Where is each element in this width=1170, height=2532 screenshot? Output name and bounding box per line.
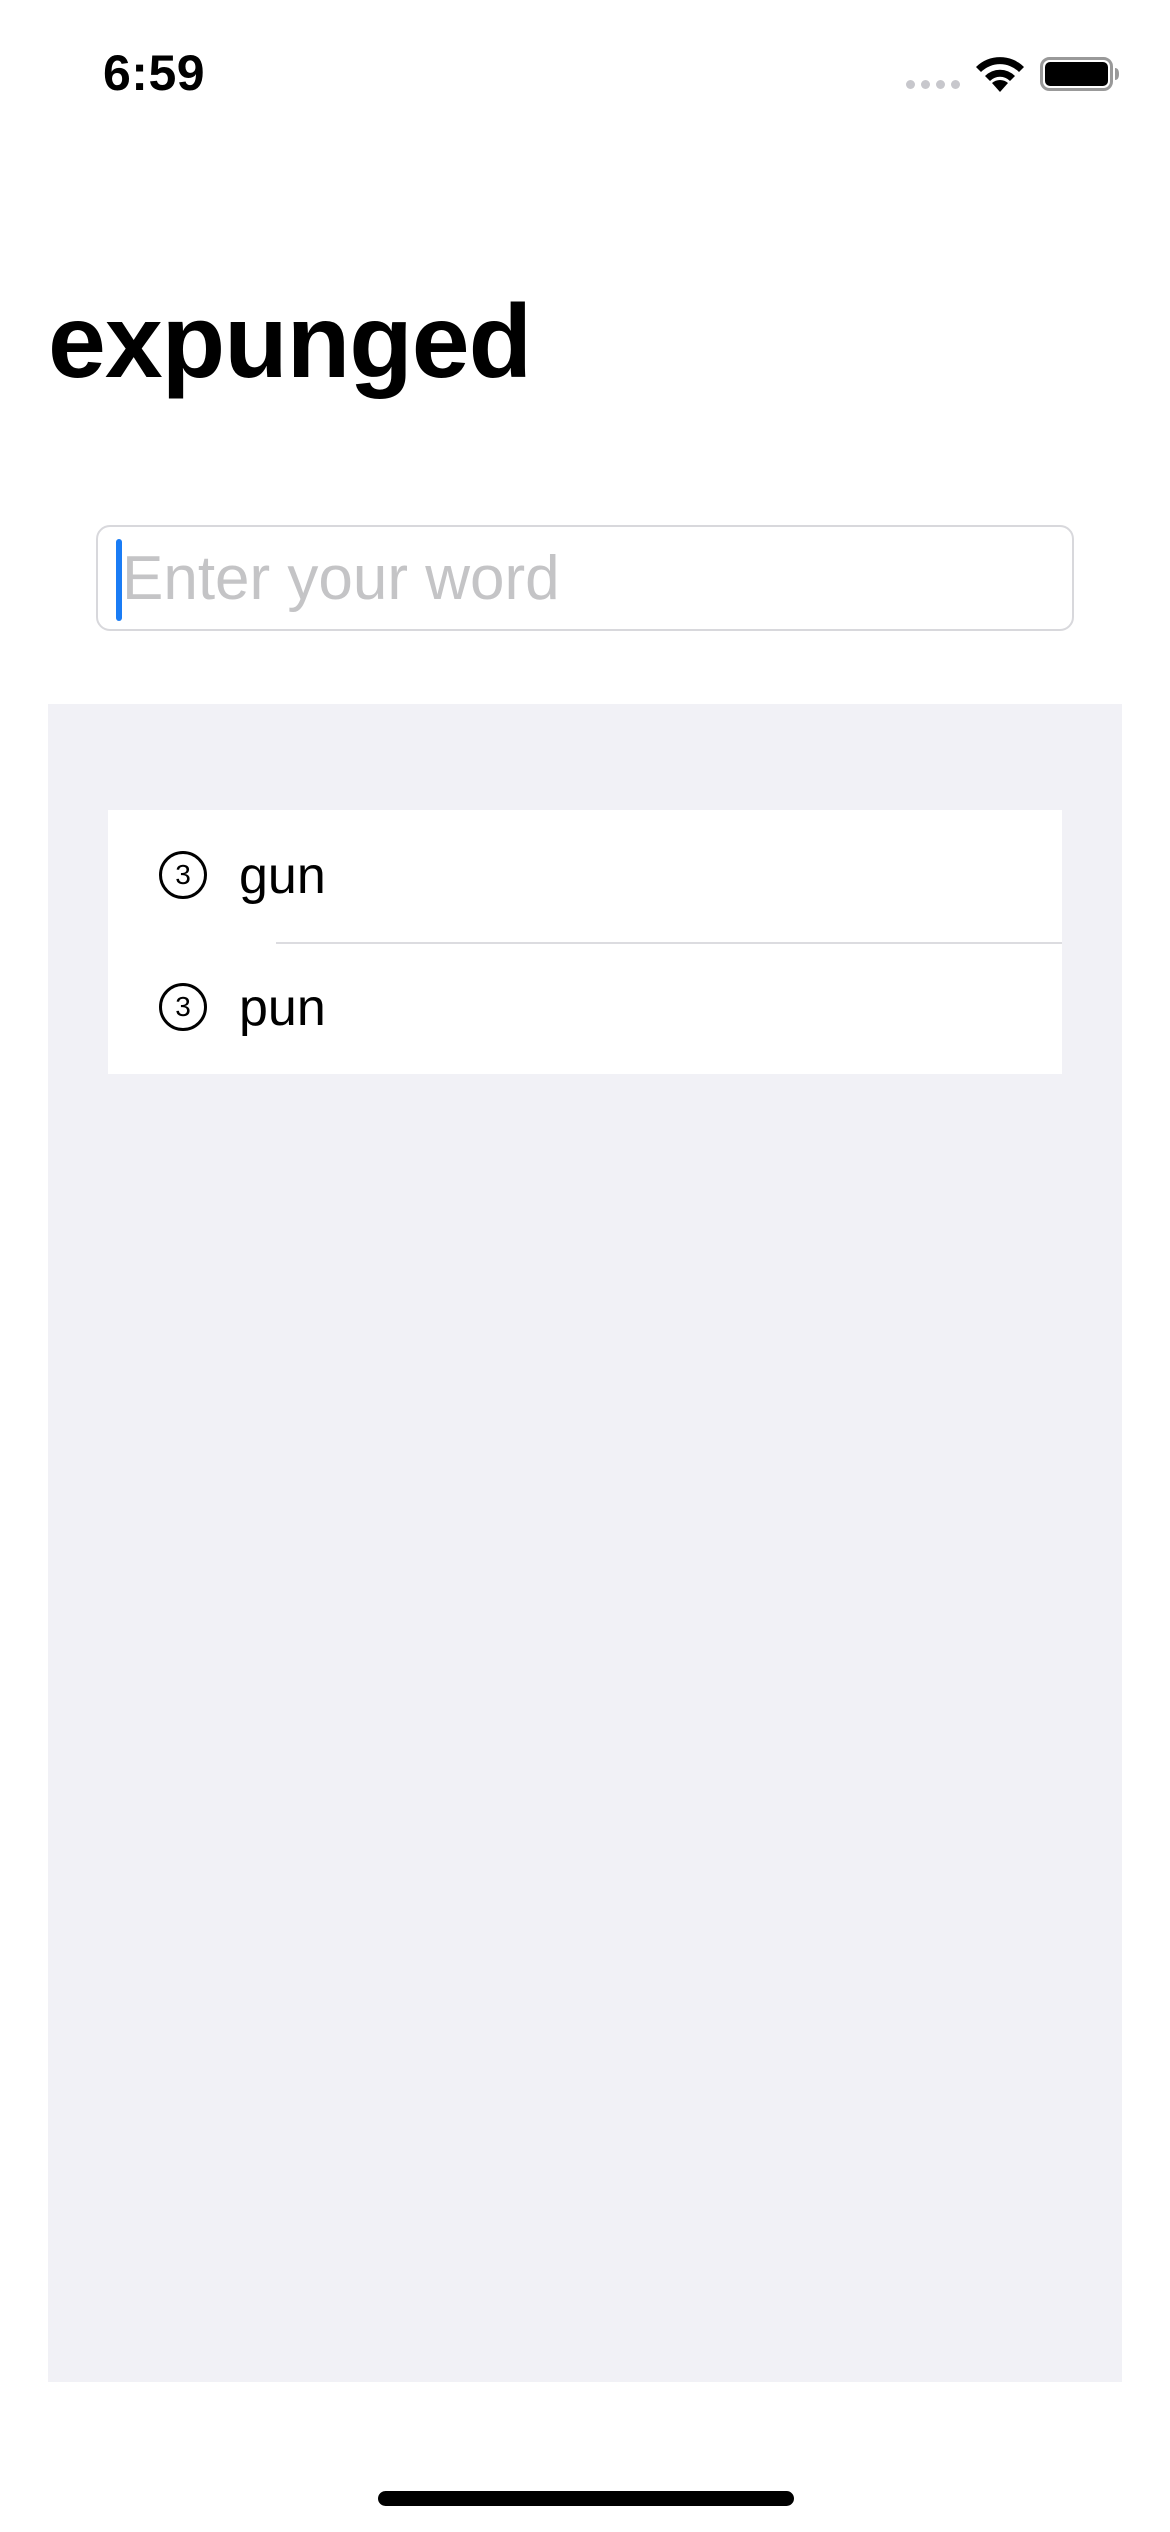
page-title: expunged — [48, 284, 532, 400]
home-indicator[interactable] — [378, 2491, 794, 2506]
result-row-pun[interactable]: 3 pun — [108, 942, 1062, 1074]
results-list: 3 gun 3 pun — [108, 810, 1062, 1074]
result-word: gun — [239, 847, 326, 905]
word-input[interactable] — [122, 527, 1062, 629]
results-panel: 3 gun 3 pun — [48, 704, 1122, 2382]
status-bar: 6:59 — [0, 0, 1170, 140]
result-row-gun[interactable]: 3 gun — [108, 810, 1062, 942]
count-badge-icon: 3 — [159, 851, 207, 899]
wifi-icon — [976, 57, 1024, 92]
cellular-signal-icon — [906, 80, 960, 89]
status-time: 6:59 — [103, 45, 206, 101]
result-word: pun — [239, 979, 326, 1037]
word-input-container[interactable] — [96, 525, 1074, 631]
app-screen: 6:59 expunged 3 gun 3 pun — [0, 0, 1170, 2532]
battery-icon — [1040, 57, 1119, 91]
count-badge-icon: 3 — [159, 983, 207, 1031]
